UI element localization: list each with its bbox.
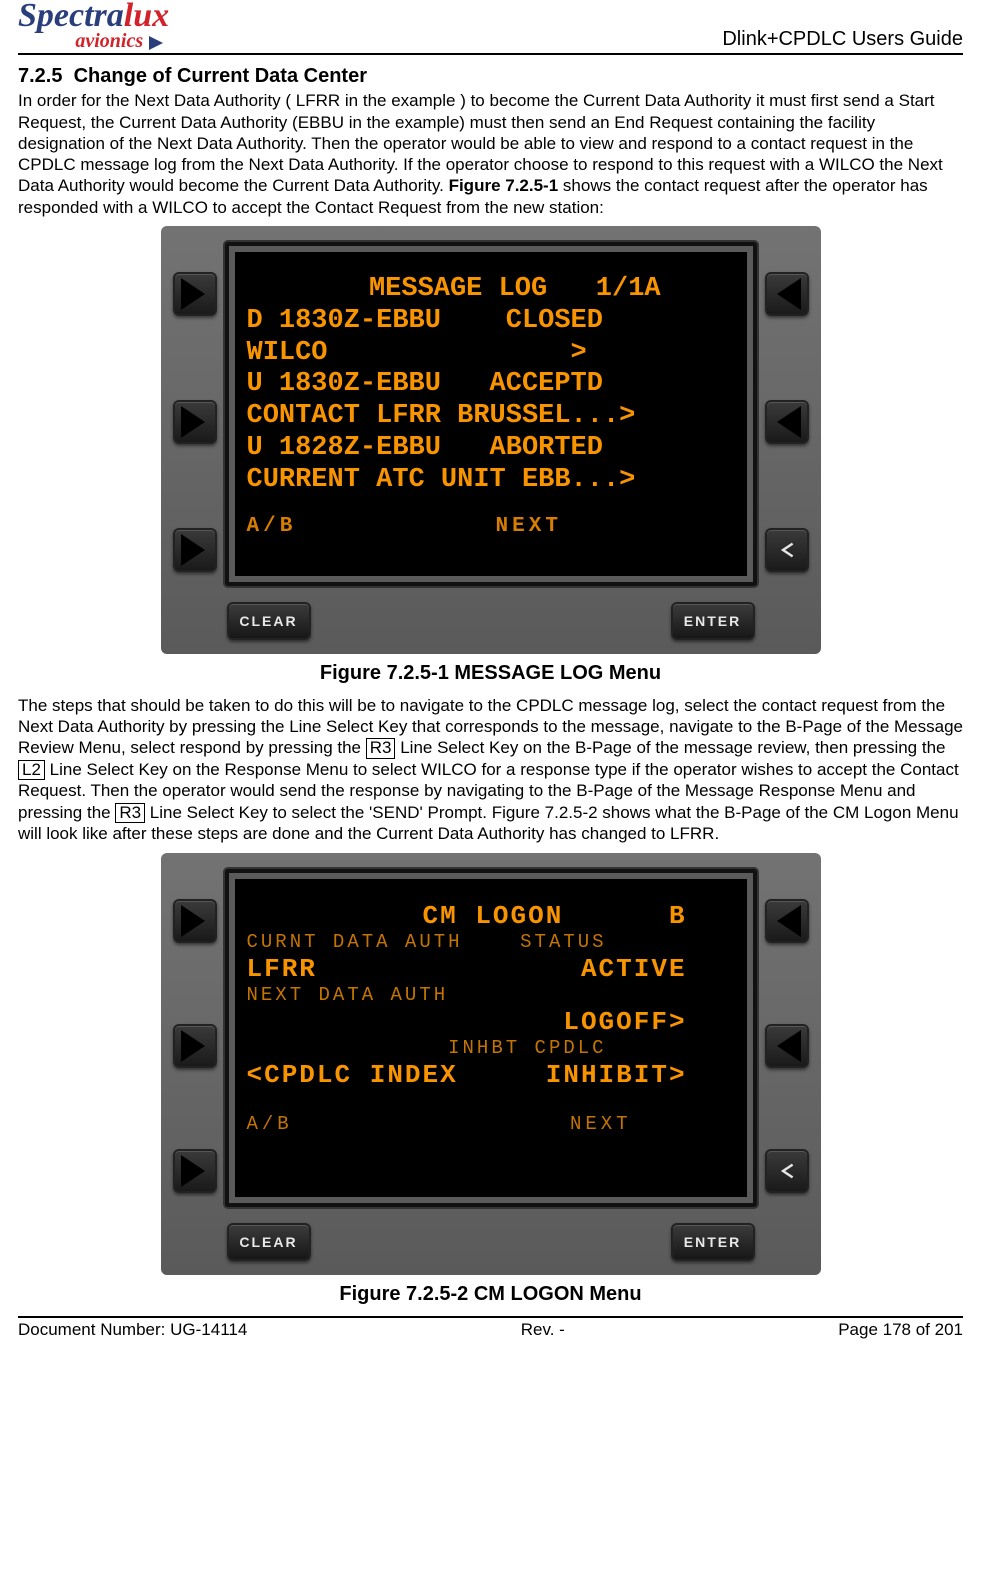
clear-button[interactable]: CLEAR bbox=[227, 1223, 311, 1261]
left-lsk-column bbox=[171, 236, 219, 592]
lsk-r1[interactable] bbox=[765, 272, 809, 316]
lsk-r2[interactable] bbox=[765, 400, 809, 444]
screen2-title: CM LOGON B bbox=[247, 901, 735, 932]
lsk-l3[interactable] bbox=[173, 528, 217, 572]
cdu-device-2: CM LOGON B CURNT DATA AUTH STATUS LFRR A… bbox=[161, 853, 821, 1275]
screen1-footer: A/B NEXT bbox=[247, 515, 735, 540]
enter-button[interactable]: ENTER bbox=[671, 1223, 755, 1261]
footer-right: Page 178 of 201 bbox=[838, 1320, 963, 1340]
lsk-r1[interactable] bbox=[765, 899, 809, 943]
screen2-row-big: LFRR ACTIVE bbox=[247, 954, 735, 985]
lsk-l1[interactable] bbox=[173, 272, 217, 316]
lsk-l2[interactable] bbox=[173, 1024, 217, 1068]
logo-triangle-icon bbox=[149, 36, 163, 50]
screen1-title: MESSAGE LOG 1/1A bbox=[247, 274, 735, 306]
enter-button[interactable]: ENTER bbox=[671, 602, 755, 640]
document-title: Dlink+CPDLC Users Guide bbox=[722, 28, 963, 51]
logo-word-2: lux bbox=[124, 0, 169, 34]
lsk-r3[interactable] bbox=[765, 528, 809, 572]
figure-ref-1: Figure 7.2.5-1 bbox=[449, 176, 559, 195]
lsk-r3[interactable] bbox=[765, 1149, 809, 1193]
cdu-screen-2: CM LOGON B CURNT DATA AUTH STATUS LFRR A… bbox=[225, 869, 757, 1207]
cdu-screen-1: MESSAGE LOG 1/1A D 1830Z-EBBU CLOSED WIL… bbox=[225, 242, 757, 586]
clear-button[interactable]: CLEAR bbox=[227, 602, 311, 640]
lsk-l1[interactable] bbox=[173, 899, 217, 943]
section-title: Change of Current Data Center bbox=[74, 65, 367, 87]
logo-sub: avionics bbox=[75, 30, 143, 52]
figure-caption-1: Figure 7.2.5-1 MESSAGE LOG Menu bbox=[18, 662, 963, 685]
paragraph-1: In order for the Next Data Authority ( L… bbox=[18, 90, 963, 218]
screen2-footer: A/B NEXT bbox=[247, 1113, 735, 1135]
screen2-row-big: <CPDLC INDEX INHIBIT> bbox=[247, 1060, 735, 1091]
screen1-line: U 1828Z-EBBU ABORTED bbox=[247, 433, 735, 465]
key-r3: R3 bbox=[366, 738, 396, 759]
cdu-device-1: MESSAGE LOG 1/1A D 1830Z-EBBU CLOSED WIL… bbox=[161, 226, 821, 654]
screen2-row-small: INHBT CPDLC bbox=[247, 1037, 735, 1059]
footer-center: Rev. - bbox=[521, 1320, 565, 1340]
section-number: 7.2.5 bbox=[18, 65, 62, 87]
key-r3b: R3 bbox=[115, 803, 145, 824]
lsk-l3[interactable] bbox=[173, 1149, 217, 1193]
paragraph-2: The steps that should be taken to do thi… bbox=[18, 695, 963, 845]
figure-caption-2: Figure 7.2.5-2 CM LOGON Menu bbox=[18, 1283, 963, 1306]
screen1-line: U 1830Z-EBBU ACCEPTD bbox=[247, 369, 735, 401]
lsk-l2[interactable] bbox=[173, 400, 217, 444]
logo: Spectralux avionics bbox=[18, 0, 169, 51]
screen1-line: WILCO > bbox=[247, 338, 735, 370]
screen1-line: D 1830Z-EBBU CLOSED bbox=[247, 306, 735, 338]
screen2-row-small: CURNT DATA AUTH STATUS bbox=[247, 931, 735, 953]
screen1-line: CURRENT ATC UNIT EBB...> bbox=[247, 465, 735, 497]
page-header: Spectralux avionics Dlink+CPDLC Users Gu… bbox=[18, 0, 963, 55]
right-lsk-column bbox=[763, 863, 811, 1213]
logo-word-1: Spectra bbox=[18, 0, 124, 34]
page-footer: Document Number: UG-14114 Rev. - Page 17… bbox=[18, 1316, 963, 1340]
screen1-line: CONTACT LFRR BRUSSEL...> bbox=[247, 401, 735, 433]
screen2-row-big: LOGOFF> bbox=[247, 1007, 735, 1038]
key-l2: L2 bbox=[18, 760, 45, 781]
left-lsk-column bbox=[171, 863, 219, 1213]
footer-left: Document Number: UG-14114 bbox=[18, 1320, 247, 1340]
lsk-r2[interactable] bbox=[765, 1024, 809, 1068]
section-heading: 7.2.5 Change of Current Data Center bbox=[18, 65, 963, 88]
right-lsk-column bbox=[763, 236, 811, 592]
screen2-row-small: NEXT DATA AUTH bbox=[247, 984, 735, 1006]
